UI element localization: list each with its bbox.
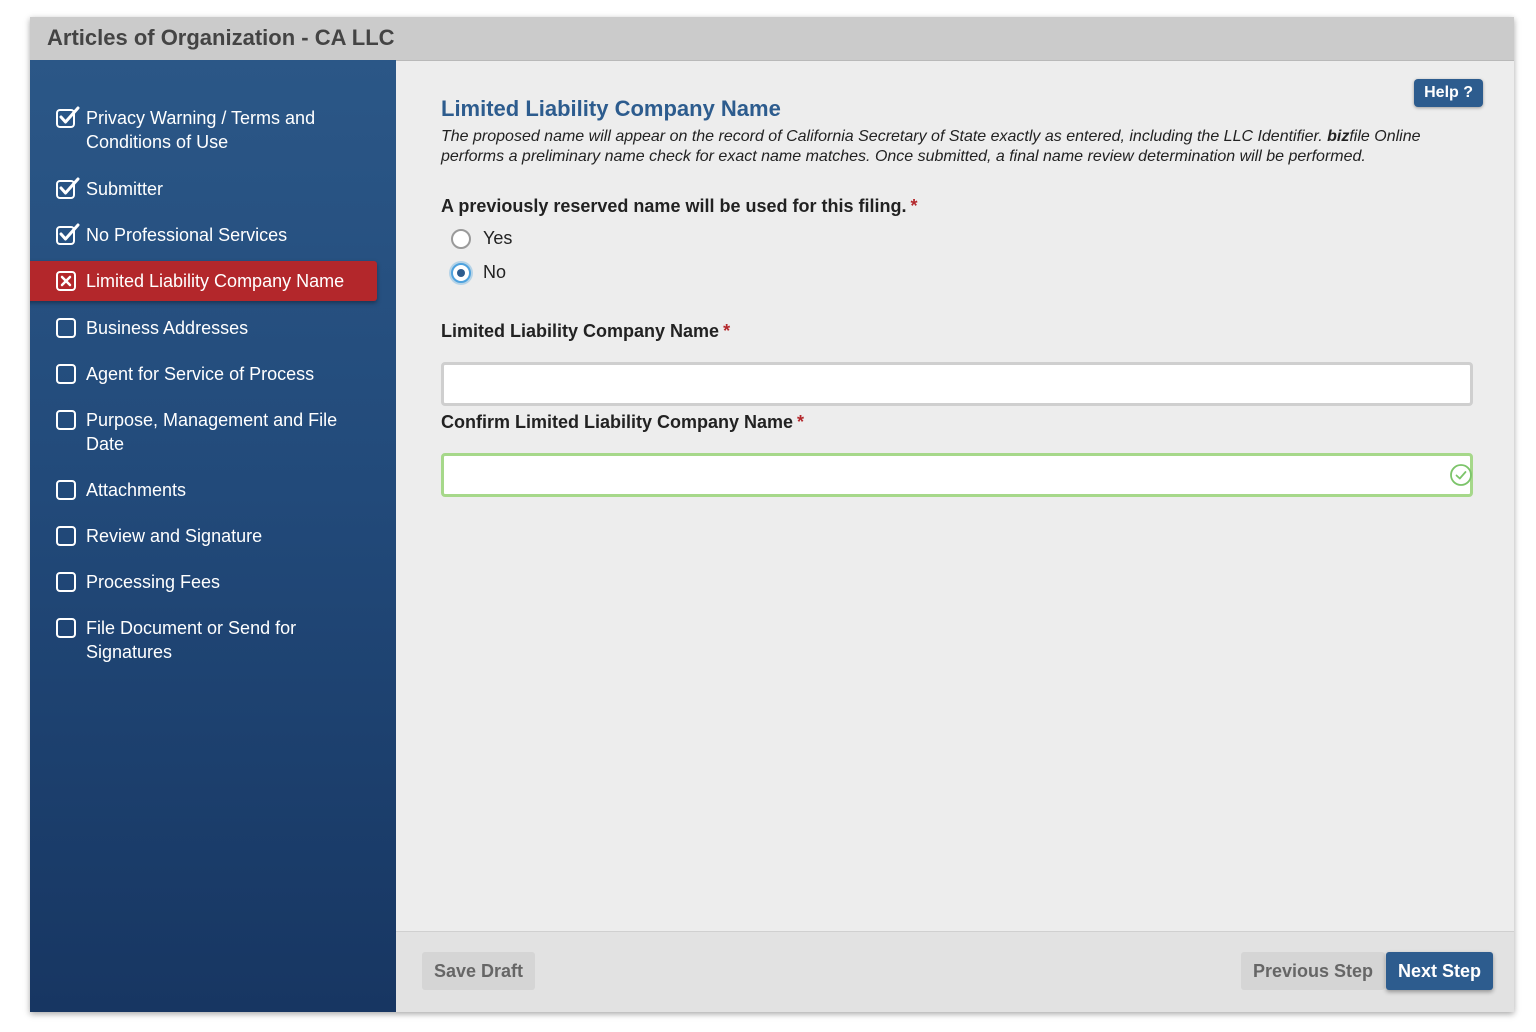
- section-description: The proposed name will appear on the rec…: [441, 127, 1486, 167]
- sidebar-item-label: Privacy Warning / Terms and Conditions o…: [86, 108, 316, 152]
- radio-label: No: [483, 262, 507, 282]
- checked-box-icon: [56, 223, 80, 245]
- sidebar-item-processing-fees[interactable]: Processing Fees: [56, 570, 376, 594]
- sidebar-item-submitter[interactable]: Submitter: [56, 177, 376, 201]
- radio-button-selected[interactable]: [451, 263, 471, 283]
- error-box-icon: [56, 271, 76, 291]
- required-marker: *: [910, 196, 918, 216]
- steps-sidebar: Privacy Warning / Terms and Conditions o…: [30, 60, 396, 1012]
- question-text: A previously reserved name will be used …: [441, 196, 907, 216]
- empty-checkbox-icon: [56, 364, 76, 384]
- required-marker: *: [797, 412, 805, 432]
- field-label-text: Limited Liability Company Name: [441, 321, 720, 341]
- sidebar-item-label: Attachments: [86, 480, 187, 500]
- section-title: Limited Liability Company Name: [441, 96, 781, 121]
- bizfile-brand-text: biz: [1327, 128, 1350, 145]
- save-draft-button[interactable]: Save Draft: [422, 952, 536, 990]
- sidebar-item-agent-for-service[interactable]: Agent for Service of Process: [56, 362, 376, 386]
- empty-checkbox-icon: [56, 526, 76, 546]
- radio-label: Yes: [483, 228, 513, 248]
- field-label-text: Confirm Limited Liability Company Name: [441, 412, 794, 432]
- empty-checkbox-icon: [56, 618, 76, 638]
- llc-name-label: Limited Liability Company Name *: [441, 321, 730, 342]
- sidebar-item-label: Processing Fees: [86, 572, 221, 592]
- help-button[interactable]: Help ?: [1414, 79, 1483, 107]
- sidebar-item-no-professional-services[interactable]: No Professional Services: [56, 223, 376, 247]
- empty-checkbox-icon: [56, 572, 76, 592]
- checked-box-icon: [56, 106, 80, 128]
- title-bar: Articles of Organization - CA LLC: [30, 17, 1514, 61]
- sidebar-item-label: Purpose, Management and File Date: [86, 410, 338, 454]
- sidebar-item-attachments[interactable]: Attachments: [56, 478, 376, 502]
- confirm-llc-name-label: Confirm Limited Liability Company Name *: [441, 412, 804, 433]
- sidebar-item-business-addresses[interactable]: Business Addresses: [56, 316, 376, 340]
- checked-box-icon: [56, 177, 80, 199]
- sidebar-item-label: Review and Signature: [86, 526, 263, 546]
- sidebar-item-label: Submitter: [86, 179, 164, 199]
- required-marker: *: [723, 321, 731, 341]
- sidebar-item-label: No Professional Services: [86, 225, 288, 245]
- sidebar-item-label: File Document or Send for Signatures: [86, 618, 297, 662]
- form-footer: Save Draft Previous Step Next Step: [396, 931, 1514, 1012]
- empty-checkbox-icon: [56, 410, 76, 430]
- sidebar-item-label: Agent for Service of Process: [86, 364, 315, 384]
- main-content: Help ? Limited Liability Company Name Th…: [396, 60, 1514, 932]
- confirm-llc-name-input[interactable]: [441, 453, 1473, 497]
- empty-checkbox-icon: [56, 318, 76, 338]
- sidebar-item-review-signature[interactable]: Review and Signature: [56, 524, 376, 548]
- description-text: The proposed name will appear on the rec…: [441, 128, 1328, 145]
- sidebar-item-llc-name[interactable]: Limited Liability Company Name: [30, 261, 377, 301]
- radio-button[interactable]: [451, 229, 471, 249]
- llc-name-input[interactable]: [441, 362, 1473, 406]
- sidebar-item-label: Limited Liability Company Name: [86, 271, 345, 291]
- app-window: Articles of Organization - CA LLC Privac…: [30, 17, 1514, 1012]
- sidebar-item-privacy-warning[interactable]: Privacy Warning / Terms and Conditions o…: [56, 106, 376, 154]
- valid-check-icon: [1450, 464, 1472, 486]
- sidebar-item-label: Business Addresses: [86, 318, 249, 338]
- reserved-name-question: A previously reserved name will be used …: [441, 196, 917, 217]
- next-step-button[interactable]: Next Step: [1385, 952, 1493, 990]
- window-title: Articles of Organization - CA LLC: [47, 25, 395, 50]
- previous-step-button[interactable]: Previous Step: [1240, 952, 1385, 990]
- sidebar-item-purpose-management[interactable]: Purpose, Management and File Date: [56, 408, 376, 456]
- sidebar-item-file-document[interactable]: File Document or Send for Signatures: [56, 616, 376, 664]
- empty-checkbox-icon: [56, 480, 76, 500]
